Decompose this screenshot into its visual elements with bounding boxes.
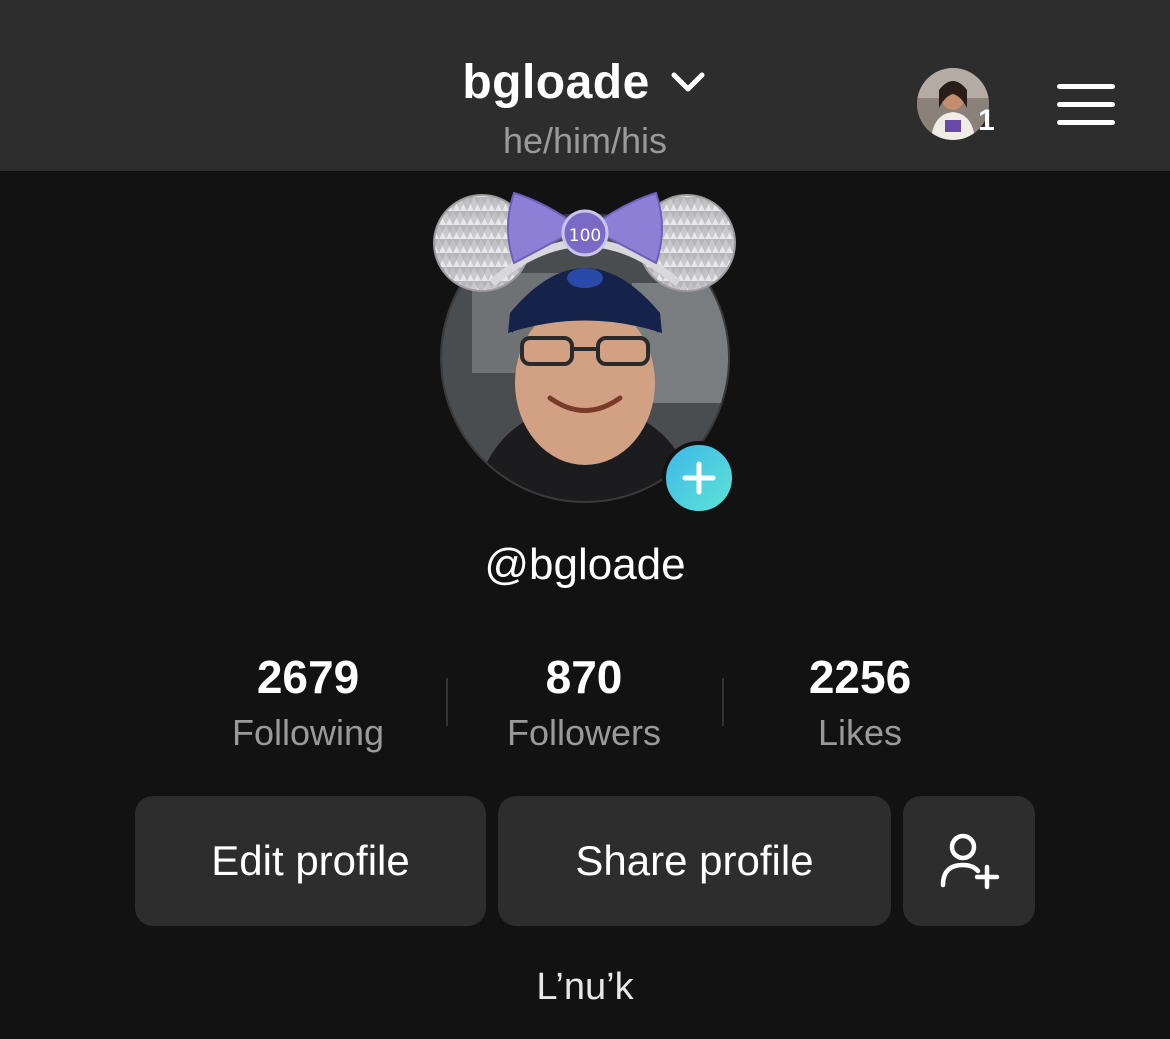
profile-stats: 2679 Following 870 Followers 2256 Likes (170, 650, 998, 760)
profile-handle: @bgloade (484, 540, 686, 589)
plus-icon[interactable] (682, 461, 716, 495)
account-switcher[interactable]: 1 (917, 68, 1001, 144)
edit-profile-button[interactable]: Edit profile (135, 796, 486, 926)
stat-value: 870 (545, 651, 623, 703)
stat-following[interactable]: 2679 Following (170, 650, 446, 754)
stat-followers[interactable]: 870 Followers (446, 650, 722, 754)
stat-label: Following (231, 712, 385, 753)
stat-value: 2679 (256, 651, 360, 703)
add-friend-button[interactable] (903, 796, 1035, 926)
account-notification-count: 1 (978, 104, 995, 137)
stat-label: Likes (817, 712, 903, 753)
hamburger-menu-icon[interactable] (1057, 84, 1115, 128)
add-photo-button[interactable] (662, 441, 736, 515)
profile-avatar[interactable]: 100 (432, 183, 742, 518)
stat-value: 2256 (808, 651, 912, 703)
profile-header: bgloade he/him/his 1 (0, 0, 1170, 171)
stat-label: Followers (506, 712, 662, 753)
share-profile-button[interactable]: Share profile (498, 796, 891, 926)
stat-likes[interactable]: 2256 Likes (722, 650, 998, 754)
header-username[interactable]: bgloade (462, 55, 650, 110)
profile-bio: L’nu’k (536, 966, 634, 1008)
chevron-down-icon[interactable] (668, 67, 708, 97)
add-friend-icon[interactable] (937, 831, 1001, 891)
profile-page: bgloade he/him/his 1 100 @bgloade 2679 F… (0, 0, 1170, 1039)
ears-badge-text: 100 (569, 226, 601, 246)
